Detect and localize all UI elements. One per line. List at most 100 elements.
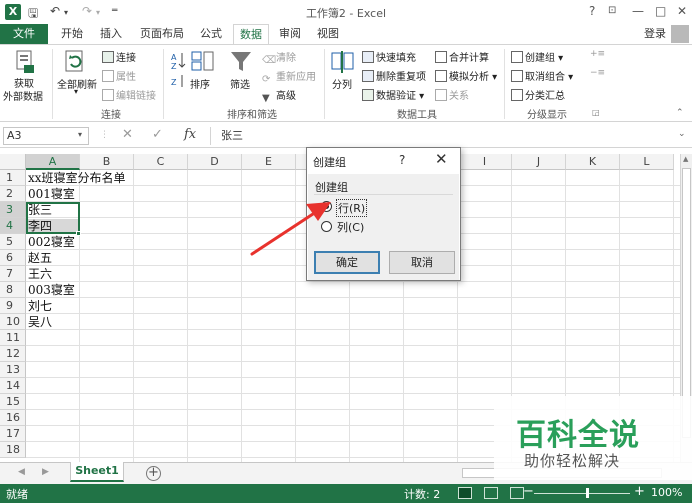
flash-fill-button[interactable]: 快速填充 <box>362 49 416 64</box>
column-header[interactable]: K <box>566 154 620 170</box>
user-avatar-icon[interactable] <box>671 25 689 43</box>
dialog-help-button[interactable]: ? <box>399 153 405 167</box>
text-to-columns-button[interactable]: 分列 <box>332 76 352 91</box>
cell-a6[interactable]: 赵五 <box>28 250 52 266</box>
ungroup-button[interactable]: 取消组合 ▾ <box>511 68 573 83</box>
cell-a2[interactable]: 001寝室 <box>28 186 75 202</box>
show-detail-icon[interactable]: +≡ <box>590 49 605 59</box>
row-header[interactable]: 7 <box>0 266 26 282</box>
ribbon-display-options-icon[interactable]: ⊡ <box>608 5 616 16</box>
sort-button[interactable]: 排序 <box>190 76 210 91</box>
row-header[interactable]: 17 <box>0 426 26 442</box>
row-header[interactable]: 6 <box>0 250 26 266</box>
column-header[interactable]: J <box>512 154 566 170</box>
row-header[interactable]: 9 <box>0 298 26 314</box>
cancel-entry-icon[interactable]: ✕ <box>122 127 133 142</box>
row-header[interactable]: 18 <box>0 442 26 458</box>
consolidate-button[interactable]: 合并计算 <box>435 49 489 64</box>
previous-sheet-icon[interactable]: ◀ <box>18 467 25 477</box>
row-header[interactable]: 3 <box>0 202 26 218</box>
cancel-button[interactable]: 取消 <box>389 251 455 274</box>
subtotal-button[interactable]: 分类汇总 <box>511 87 565 102</box>
select-all-corner[interactable] <box>0 154 26 170</box>
collapse-ribbon-icon[interactable]: ⌃ <box>676 108 684 118</box>
cell-a7[interactable]: 王六 <box>28 266 52 282</box>
zoom-out-icon[interactable]: − <box>523 484 534 499</box>
remove-duplicates-button[interactable]: 删除重复项 <box>362 68 426 83</box>
tab-formulas[interactable]: 公式 <box>194 24 228 44</box>
tab-review[interactable]: 审阅 <box>273 24 307 44</box>
normal-view-button[interactable] <box>458 487 472 499</box>
tab-page-layout[interactable]: 页面布局 <box>134 24 190 44</box>
column-header[interactable]: E <box>242 154 296 170</box>
zoom-slider[interactable] <box>534 493 630 494</box>
row-header[interactable]: 1 <box>0 170 26 186</box>
cell-a10[interactable]: 吴八 <box>28 314 52 330</box>
columns-radio-label[interactable]: 列(C) <box>336 219 365 235</box>
column-header[interactable]: C <box>134 154 188 170</box>
what-if-analysis-button[interactable]: 模拟分析 ▾ <box>435 68 497 83</box>
page-break-view-button[interactable] <box>510 487 524 499</box>
insert-function-icon[interactable]: fx <box>184 127 196 142</box>
zoom-level[interactable]: 100% <box>651 486 682 499</box>
formula-input[interactable]: 张三 <box>210 127 686 145</box>
tab-view[interactable]: 视图 <box>311 24 345 44</box>
new-sheet-button[interactable]: + <box>146 466 161 481</box>
dialog-close-button[interactable]: ✕ <box>435 150 448 168</box>
row-header[interactable]: 13 <box>0 362 26 378</box>
page-layout-view-button[interactable] <box>484 487 498 499</box>
row-header[interactable]: 8 <box>0 282 26 298</box>
connections-button[interactable]: 连接 <box>102 49 136 64</box>
column-header[interactable]: B <box>80 154 134 170</box>
group-button[interactable]: 创建组 ▾ <box>511 49 563 64</box>
row-header[interactable]: 2 <box>0 186 26 202</box>
zoom-in-icon[interactable]: + <box>634 484 645 499</box>
close-button[interactable]: ✕ <box>677 4 687 18</box>
rows-radio[interactable] <box>321 201 332 212</box>
columns-radio[interactable] <box>321 221 332 232</box>
minimize-button[interactable]: — <box>632 4 644 18</box>
column-header[interactable]: I <box>458 154 512 170</box>
ok-button[interactable]: 确定 <box>314 251 380 274</box>
row-header[interactable]: 14 <box>0 378 26 394</box>
column-header[interactable]: L <box>620 154 674 170</box>
restore-button[interactable]: □ <box>655 4 666 18</box>
row-header[interactable]: 5 <box>0 234 26 250</box>
rows-radio-label[interactable]: 行(R) <box>336 199 368 217</box>
data-validation-button[interactable]: 数据验证 ▾ <box>362 87 424 102</box>
row-header[interactable]: 12 <box>0 346 26 362</box>
help-button[interactable]: ? <box>589 4 595 18</box>
hide-detail-icon[interactable]: −≡ <box>590 68 605 78</box>
scroll-up-icon[interactable]: ▲ <box>683 155 688 163</box>
cell-a1[interactable]: xx班寝室分布名单 <box>28 170 126 186</box>
tab-insert[interactable]: 插入 <box>94 24 128 44</box>
properties-button[interactable]: 属性 <box>102 68 136 83</box>
cell-a9[interactable]: 刘七 <box>28 298 52 314</box>
edit-links-button[interactable]: 编辑链接 <box>102 87 156 102</box>
advanced-filter-button[interactable]: ▼ 高级 <box>262 87 296 105</box>
tab-home[interactable]: 开始 <box>55 24 89 44</box>
row-header[interactable]: 15 <box>0 394 26 410</box>
name-box[interactable]: A3 <box>3 127 89 145</box>
expand-formula-bar-icon[interactable]: ⌄ <box>678 129 686 139</box>
filter-button[interactable]: 筛选 <box>230 76 250 91</box>
tab-file[interactable]: 文件 <box>0 24 48 44</box>
sheet-tab-sheet1[interactable]: Sheet1 <box>70 462 124 482</box>
row-header[interactable]: 4 <box>0 218 26 234</box>
get-external-data-label[interactable]: 外部数据 <box>3 88 43 103</box>
next-sheet-icon[interactable]: ▶ <box>42 467 49 477</box>
sign-in-link[interactable]: 登录 <box>644 24 666 44</box>
relationships-button[interactable]: 关系 <box>435 87 469 102</box>
clear-filter-button[interactable]: ⌫清除 <box>262 49 296 67</box>
row-header[interactable]: 11 <box>0 330 26 346</box>
outline-settings-launcher-icon[interactable]: ◲ <box>592 108 600 117</box>
column-header[interactable]: A <box>26 154 80 170</box>
cell-a8[interactable]: 003寝室 <box>28 282 75 298</box>
confirm-entry-icon[interactable]: ✓ <box>152 127 163 142</box>
column-header[interactable]: D <box>188 154 242 170</box>
zoom-slider-thumb[interactable] <box>586 488 589 498</box>
reapply-button[interactable]: ⟳ 重新应用 <box>262 68 316 86</box>
refresh-dropdown-icon[interactable]: ▾ <box>74 87 78 96</box>
row-header[interactable]: 10 <box>0 314 26 330</box>
name-box-dropdown-icon[interactable]: ▾ <box>78 130 82 139</box>
